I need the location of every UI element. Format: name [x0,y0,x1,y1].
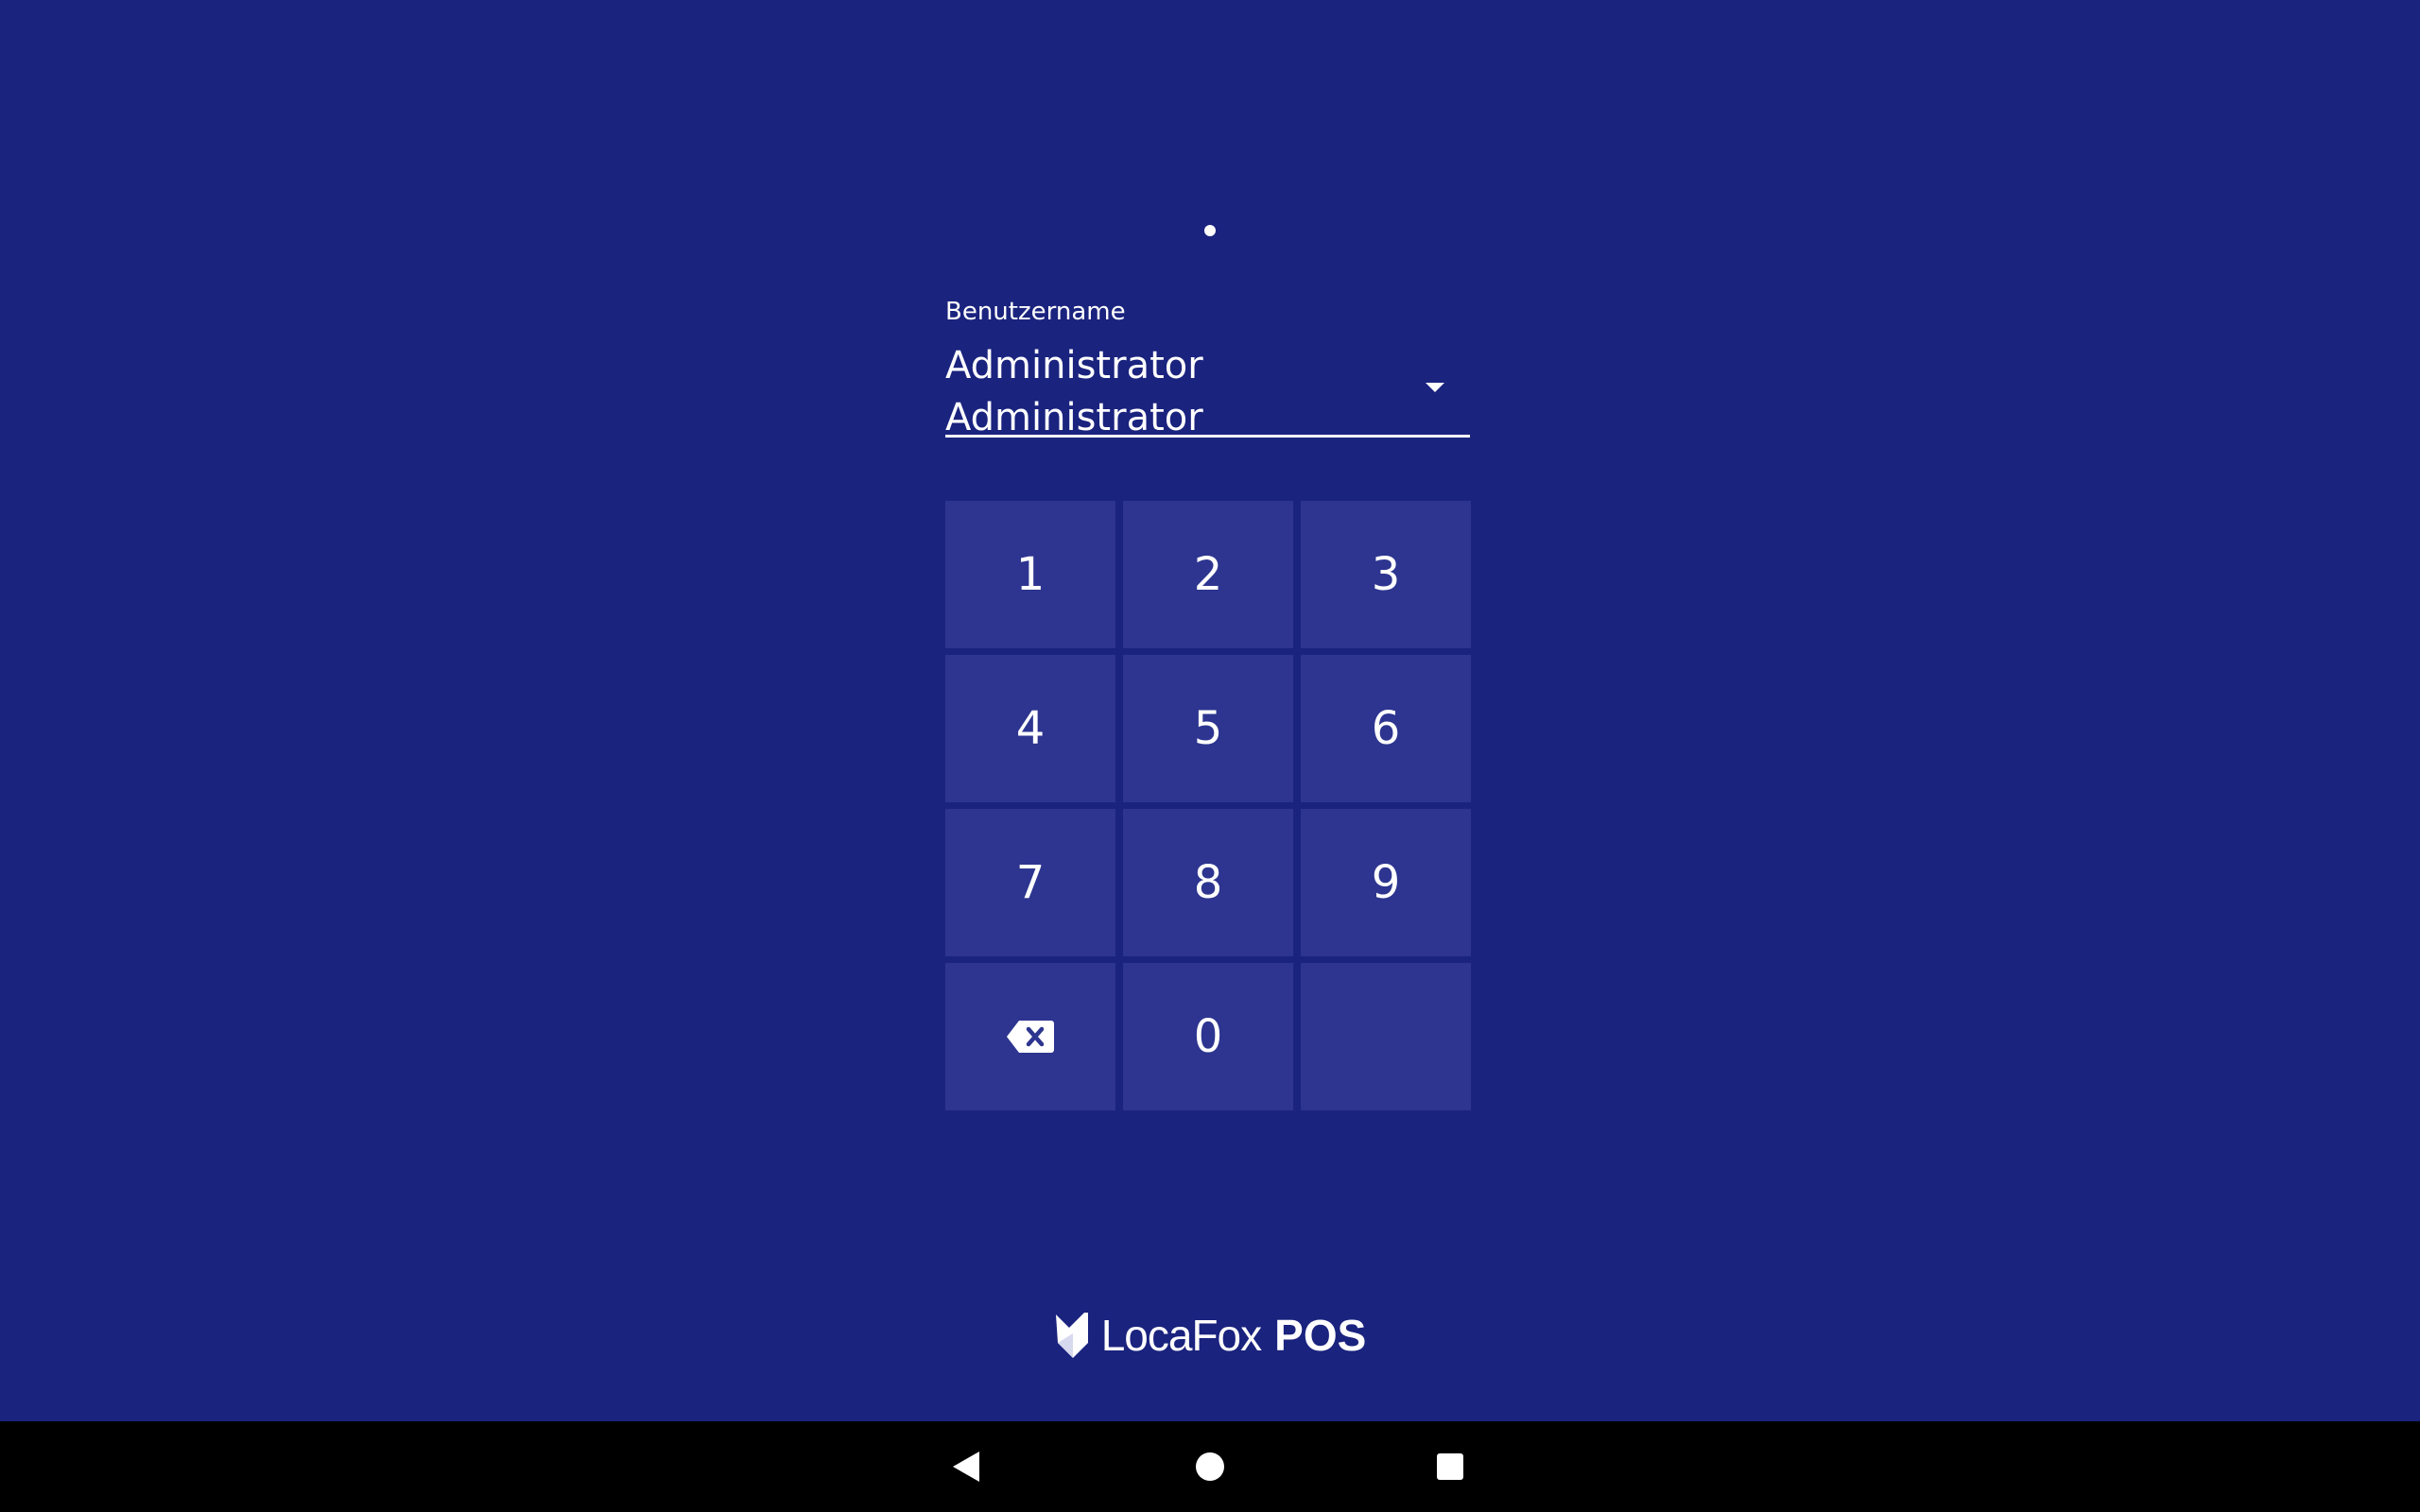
recents-icon [1437,1453,1463,1480]
key-4[interactable]: 4 [945,655,1115,802]
pin-dot [1204,225,1216,236]
back-icon [953,1452,979,1482]
home-button[interactable] [1153,1421,1267,1512]
brand-suffix: POS [1274,1311,1367,1360]
username-section: Benutzername Administrator Administrator [945,295,1470,439]
login-screen: Benutzername Administrator Administrator… [0,0,2420,1421]
key-3[interactable]: 3 [1301,501,1471,648]
username-dropdown[interactable]: Administrator Administrator [945,340,1470,439]
key-9[interactable]: 9 [1301,809,1471,956]
key-8[interactable]: 8 [1123,809,1293,956]
brand-logo: LocaFox POS [0,1309,2420,1362]
key-6[interactable]: 6 [1301,655,1471,802]
brand-name: LocaFox [1100,1311,1262,1360]
back-button[interactable] [909,1421,1023,1512]
username-label: Benutzername [945,298,1126,326]
key-7[interactable]: 7 [945,809,1115,956]
chevron-down-icon [1426,383,1444,392]
backspace-icon [1007,1021,1054,1053]
home-icon [1196,1452,1224,1481]
pin-indicator [0,221,2420,240]
key-1[interactable]: 1 [945,501,1115,648]
key-5[interactable]: 5 [1123,655,1293,802]
pin-keypad: 1 2 3 4 5 6 7 8 9 0 [945,501,1471,1110]
recents-button[interactable] [1393,1421,1507,1512]
key-0[interactable]: 0 [1123,963,1293,1110]
system-navigation-bar [0,1421,2420,1512]
empty-key [1301,963,1471,1110]
backspace-button[interactable] [945,963,1115,1110]
username-value: Administrator Administrator [945,344,1203,439]
fox-logo-icon [1055,1313,1088,1358]
key-2[interactable]: 2 [1123,501,1293,648]
